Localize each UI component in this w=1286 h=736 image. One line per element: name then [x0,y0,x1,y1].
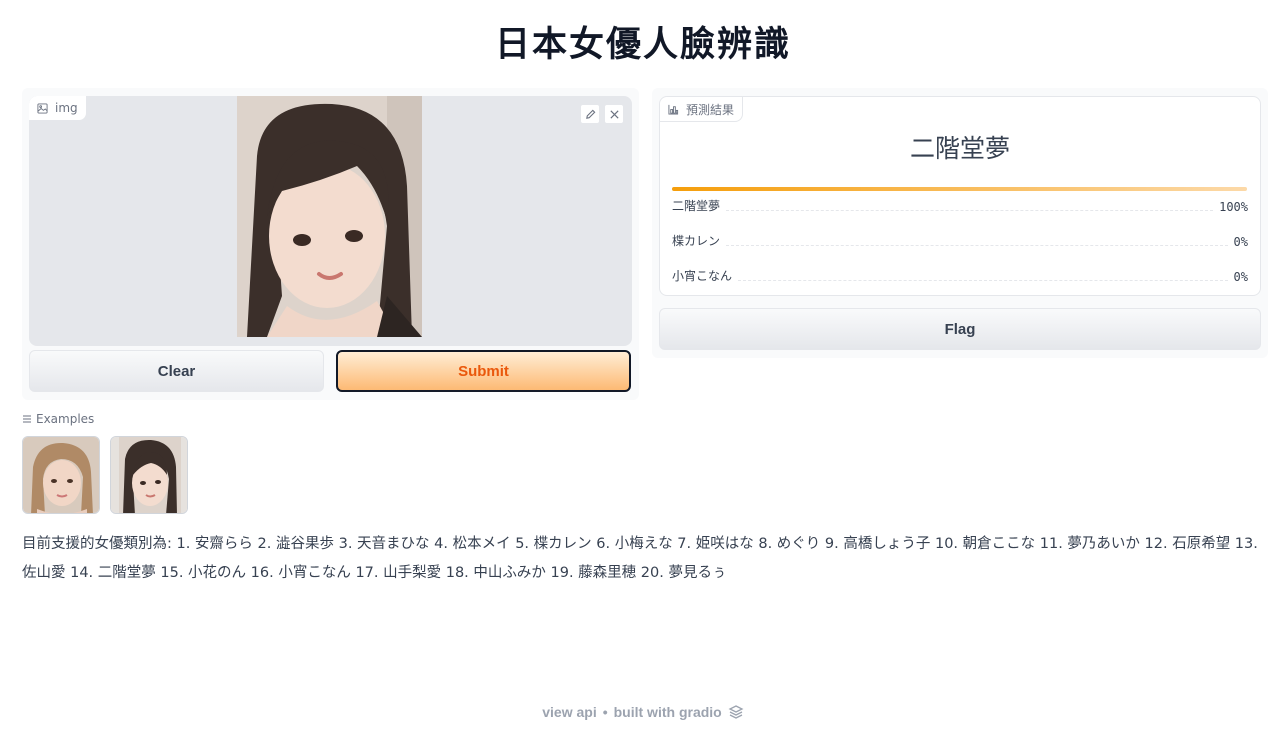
confidence-label: 楪カレン [672,234,721,248]
confidence-value: 0% [1233,270,1248,284]
supported-actresses-text: 目前支援的女優類別為: 1. 安齋らら 2. 澁谷果歩 3. 天音まひな 4. … [22,536,1258,581]
edit-image-button[interactable] [580,104,600,124]
prediction-output: 預測結果 二階堂夢 二階堂夢 100% 楪カレン 0% 小宵こなん 0% [659,96,1261,296]
prediction-label-text: 預測結果 [686,102,735,117]
image-input-label-text: img [55,101,78,115]
image-icon [37,102,48,114]
confidence-row: 二階堂夢 100% [672,196,1248,214]
page-title: 日本女優人臉辨識 [494,25,791,65]
list-icon [23,415,31,423]
flag-button[interactable]: Flag [659,308,1261,350]
remove-image-button[interactable] [604,104,624,124]
example-thumbnail[interactable] [110,436,188,514]
prediction-label: 預測結果 [660,97,744,122]
confidence-bar [672,187,1247,191]
confidence-value: 0% [1233,235,1248,249]
image-upload[interactable]: img [29,96,632,346]
close-icon [609,109,619,119]
footer-separator: • [602,704,608,720]
footer: view api • built with gradio [0,704,1286,720]
input-panel: img Clear Submit [22,88,639,400]
confidence-row: 小宵こなん 0% [672,266,1248,284]
view-api-link[interactable]: view api [542,704,596,720]
image-tools [580,104,624,124]
output-panel: 預測結果 二階堂夢 二階堂夢 100% 楪カレン 0% 小宵こなん 0% Fla… [652,88,1268,358]
confidence-value: 100% [1219,200,1248,214]
image-input-label: img [29,96,87,121]
examples-header: Examples [22,412,94,426]
bar-chart-icon [668,104,679,115]
built-with-gradio-link[interactable]: built with gradio [614,704,722,720]
submit-button[interactable]: Submit [336,350,631,392]
example-thumbnail[interactable] [22,436,100,514]
examples-label: Examples [36,412,95,426]
gradio-logo-icon [728,705,744,719]
confidence-bar-fill [672,187,1247,191]
confidence-row: 楪カレン 0% [672,231,1248,249]
clear-button[interactable]: Clear [29,350,324,392]
edit-icon [585,109,595,119]
top-prediction: 二階堂夢 [909,134,1010,163]
confidence-label: 小宵こなん [672,269,733,283]
confidence-label: 二階堂夢 [672,199,721,213]
dotted-leader [726,210,1214,211]
uploaded-photo [237,96,422,337]
dotted-leader [738,280,1228,281]
dotted-leader [726,245,1228,246]
